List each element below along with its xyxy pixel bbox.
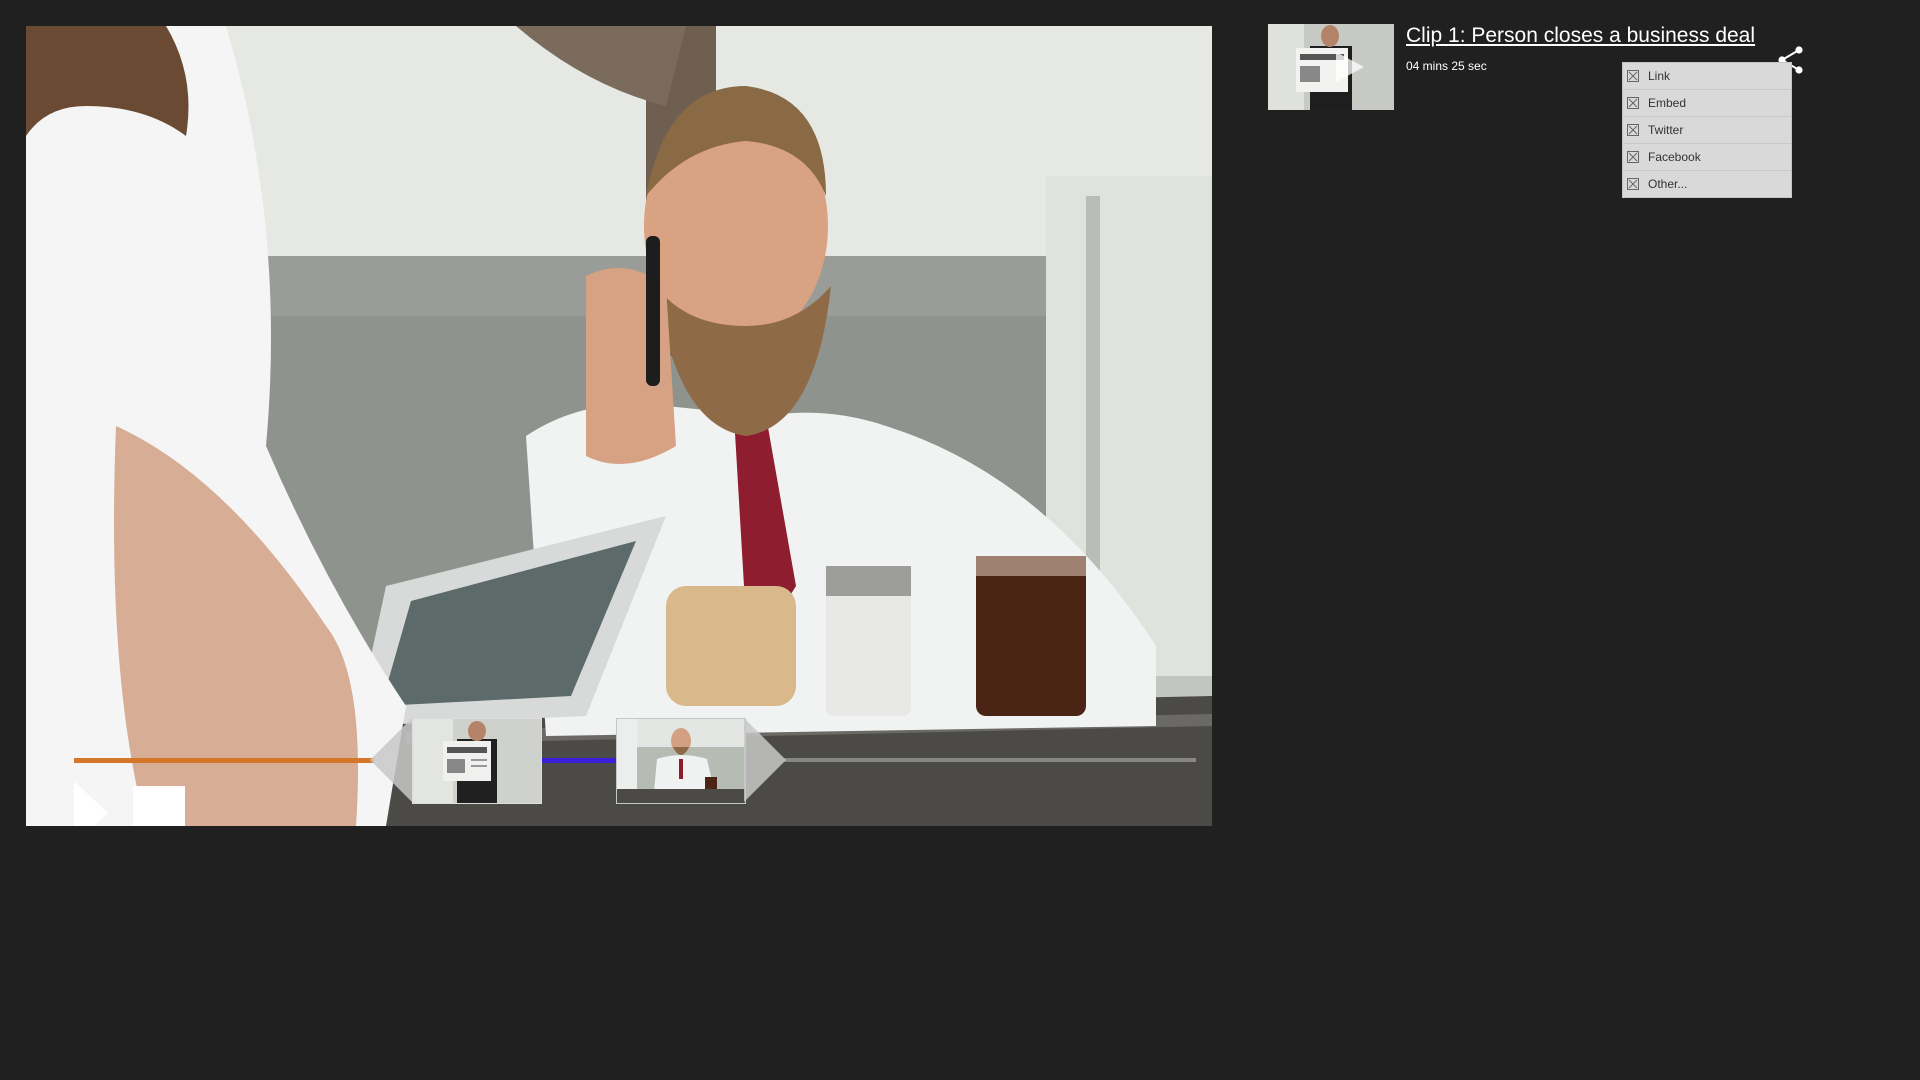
broken-image-icon xyxy=(1627,124,1639,136)
play-icon[interactable] xyxy=(74,781,108,826)
broken-image-icon xyxy=(1627,70,1639,82)
share-menu-item-twitter[interactable]: Twitter xyxy=(1623,117,1791,144)
video-still-image xyxy=(26,26,1212,826)
previous-scene-chevron-left-icon[interactable] xyxy=(370,718,412,802)
newspaper-man-thumbnail-image xyxy=(413,719,541,803)
progress-segment-bar[interactable] xyxy=(540,758,617,763)
share-menu-label: Facebook xyxy=(1648,150,1701,164)
stop-icon[interactable] xyxy=(133,786,185,826)
clip-thumbnail-image xyxy=(1268,24,1394,110)
broken-image-icon xyxy=(1627,151,1639,163)
share-menu-label: Twitter xyxy=(1648,123,1684,137)
business-deal-thumbnail-image xyxy=(617,719,745,803)
broken-image-icon xyxy=(1627,178,1639,190)
share-menu-label: Other... xyxy=(1648,177,1688,191)
broken-image-icon xyxy=(1627,97,1639,109)
share-menu-label: Link xyxy=(1648,69,1671,83)
clip-duration: 04 mins 25 sec xyxy=(1406,59,1487,73)
player-page: Clip 1: Person closes a business deal 04… xyxy=(0,0,1920,1080)
clip-thumbnail[interactable] xyxy=(1268,24,1394,110)
share-menu-item-other[interactable]: Other... xyxy=(1623,171,1791,197)
share-menu-item-embed[interactable]: Embed xyxy=(1623,90,1791,117)
scene-thumbnail-1[interactable] xyxy=(412,718,542,804)
progress-remaining-bar[interactable] xyxy=(784,758,1196,762)
share-menu: Link Embed Twitter Facebook Other... xyxy=(1622,62,1792,198)
share-menu-label: Embed xyxy=(1648,96,1687,110)
progress-played-bar[interactable] xyxy=(74,758,374,763)
share-menu-item-link[interactable]: Link xyxy=(1623,63,1791,90)
video-frame[interactable] xyxy=(26,26,1212,826)
next-scene-chevron-right-icon[interactable] xyxy=(744,718,786,802)
scene-thumbnail-2[interactable] xyxy=(616,718,746,804)
share-menu-item-facebook[interactable]: Facebook xyxy=(1623,144,1791,171)
clip-title-link[interactable]: Clip 1: Person closes a business deal xyxy=(1406,24,1755,48)
